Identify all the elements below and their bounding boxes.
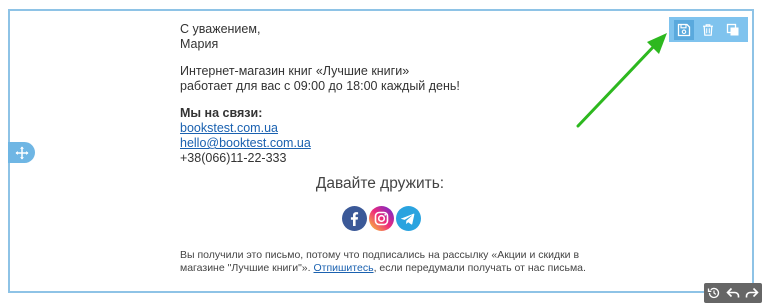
sender-name: Мария	[180, 37, 219, 51]
history-icon[interactable]	[706, 285, 722, 301]
telegram-icon[interactable]	[396, 206, 421, 231]
greeting: С уважением,	[180, 22, 261, 36]
shop-line-2: работает для вас с 09:00 до 18:00 каждый…	[180, 79, 460, 93]
unsubscribe-link[interactable]: Отпишитесь	[313, 262, 373, 274]
facebook-icon[interactable]	[342, 206, 367, 231]
footer-text: Вы получили это письмо, потому что подпи…	[180, 249, 600, 275]
phone-number: +38(066)11-22-333	[180, 151, 287, 165]
contacts: Мы на связи: bookstest.com.ua hello@book…	[180, 106, 600, 166]
social-icons	[342, 206, 421, 232]
duplicate-icon[interactable]	[723, 20, 743, 40]
trash-icon[interactable]	[698, 20, 718, 40]
history-toolbar	[704, 283, 762, 303]
email-link[interactable]: hello@booktest.com.ua	[180, 136, 311, 151]
annotation-arrow-icon	[576, 33, 667, 128]
contacts-title: Мы на связи:	[180, 106, 263, 120]
redo-icon[interactable]	[744, 285, 760, 301]
shop-line-1: Интернет-магазин книг «Лучшие книги»	[180, 64, 410, 78]
block-toolbar	[669, 17, 748, 42]
instagram-icon[interactable]	[369, 206, 394, 231]
site-link[interactable]: bookstest.com.ua	[180, 121, 278, 136]
signature: С уважением, Мария	[180, 22, 600, 52]
undo-icon[interactable]	[725, 285, 741, 301]
email-body: С уважением, Мария Интернет-магазин книг…	[180, 22, 600, 166]
friends-title: Давайте дружить:	[315, 175, 445, 192]
footer-text-after: , если передумали получать от нас письма…	[373, 262, 586, 274]
shop-info: Интернет-магазин книг «Лучшие книги» раб…	[180, 64, 600, 94]
move-handle-icon[interactable]	[8, 142, 35, 163]
